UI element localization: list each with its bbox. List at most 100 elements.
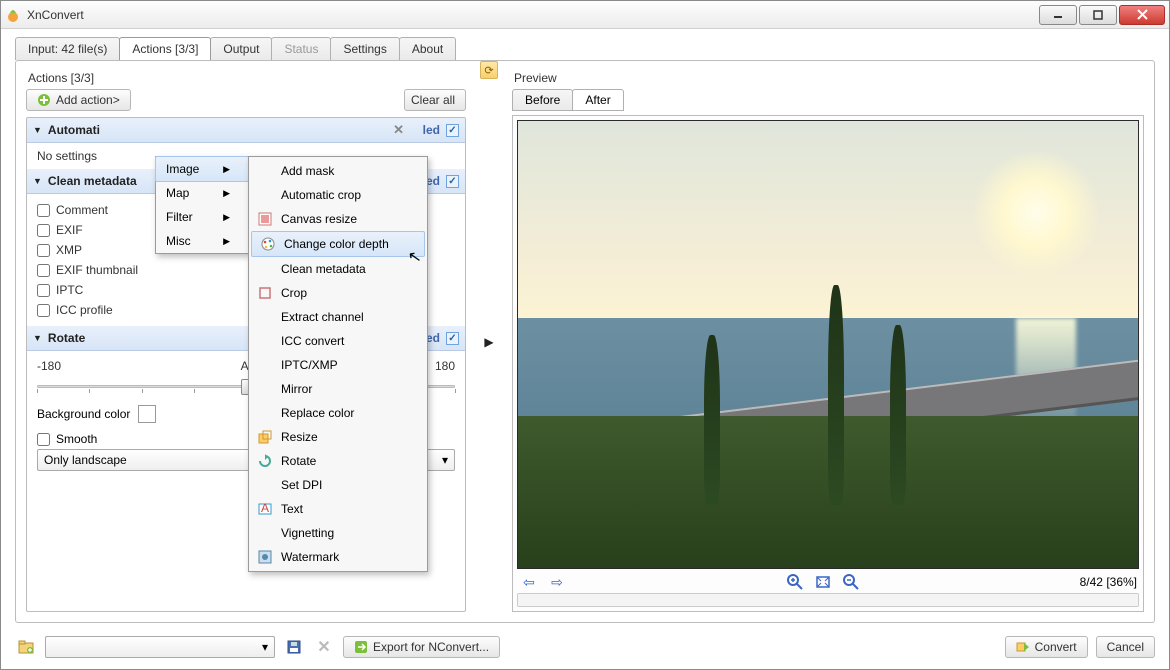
prev-image-button[interactable]: ⇦ bbox=[519, 573, 539, 591]
menu-category-map[interactable]: Map▶ bbox=[156, 181, 248, 205]
plus-icon bbox=[37, 93, 51, 107]
menu-item-watermark[interactable]: Watermark bbox=[249, 545, 427, 569]
enabled-checkbox[interactable]: ✓ bbox=[446, 124, 459, 137]
menu-category-filter[interactable]: Filter▶ bbox=[156, 205, 248, 229]
tab-after[interactable]: After bbox=[572, 89, 623, 111]
tab-status[interactable]: Status bbox=[271, 37, 331, 60]
tab-before[interactable]: Before bbox=[512, 89, 573, 111]
maximize-button[interactable] bbox=[1079, 5, 1117, 25]
preview-status: 8/42 [36%] bbox=[1080, 575, 1137, 589]
actions-toolbar: Add action> Clear all bbox=[26, 89, 466, 111]
add-action-image-submenu: Add mask Automatic crop Canvas resize Ch… bbox=[248, 156, 428, 572]
action-title-automatic: Automati bbox=[48, 123, 100, 137]
zoom-in-button[interactable] bbox=[785, 573, 805, 591]
save-preset-icon[interactable] bbox=[283, 636, 305, 658]
menu-item-clean-metadata[interactable]: Clean metadata bbox=[249, 257, 427, 281]
menu-item-add-mask[interactable]: Add mask bbox=[249, 159, 427, 183]
action-icon bbox=[257, 261, 273, 277]
checkbox[interactable] bbox=[37, 284, 50, 297]
chevron-right-icon: ▶ bbox=[223, 164, 230, 175]
chevron-down-icon: ▼ bbox=[33, 333, 42, 343]
actions-label: Actions [3/3] bbox=[26, 71, 466, 85]
checkbox[interactable] bbox=[37, 433, 50, 446]
enabled-checkbox[interactable]: ✓ bbox=[446, 175, 459, 188]
checkbox[interactable] bbox=[37, 304, 50, 317]
menu-item-extract-channel[interactable]: Extract channel bbox=[249, 305, 427, 329]
menu-item-mirror[interactable]: Mirror bbox=[249, 377, 427, 401]
convert-label: Convert bbox=[1035, 640, 1077, 654]
check-label: Comment bbox=[56, 203, 108, 217]
menu-item-change-color-depth[interactable]: Change color depth bbox=[251, 231, 425, 257]
checkbox[interactable] bbox=[37, 264, 50, 277]
check-label: XMP bbox=[56, 243, 82, 257]
check-label: EXIF thumbnail bbox=[56, 263, 138, 277]
menu-item-iptc-xmp[interactable]: IPTC/XMP bbox=[249, 353, 427, 377]
menu-item-text[interactable]: AText bbox=[249, 497, 427, 521]
fit-window-button[interactable] bbox=[813, 573, 833, 591]
menu-category-image[interactable]: Image▶ bbox=[155, 156, 249, 182]
enabled-suffix: led bbox=[410, 123, 440, 137]
remove-action-icon[interactable]: ✕ bbox=[393, 122, 404, 138]
action-title-clean-metadata: Clean metadata bbox=[48, 174, 137, 188]
open-preset-icon[interactable] bbox=[15, 636, 37, 658]
menu-item-replace-color[interactable]: Replace color bbox=[249, 401, 427, 425]
tab-about[interactable]: About bbox=[399, 37, 456, 60]
tab-output[interactable]: Output bbox=[210, 37, 272, 60]
action-icon bbox=[257, 525, 273, 541]
preview-scrollbar[interactable] bbox=[517, 593, 1139, 607]
cancel-label: Cancel bbox=[1107, 640, 1144, 654]
palette-icon bbox=[260, 236, 276, 252]
menu-item-icc-convert[interactable]: ICC convert bbox=[249, 329, 427, 353]
cancel-button[interactable]: Cancel bbox=[1096, 636, 1155, 658]
action-title-rotate: Rotate bbox=[48, 331, 85, 345]
preview-pane: Preview Before After ⇦ ⇨ 8/42 bbox=[512, 71, 1144, 612]
enabled-checkbox[interactable]: ✓ bbox=[446, 332, 459, 345]
app-icon bbox=[5, 7, 21, 23]
zoom-out-button[interactable] bbox=[841, 573, 861, 591]
menu-item-rotate[interactable]: Rotate bbox=[249, 449, 427, 473]
action-icon bbox=[257, 333, 273, 349]
close-button[interactable] bbox=[1119, 5, 1165, 25]
menu-category-misc[interactable]: Misc▶ bbox=[156, 229, 248, 253]
delete-preset-icon[interactable]: ✕ bbox=[313, 636, 335, 658]
menu-item-resize[interactable]: Resize bbox=[249, 425, 427, 449]
menu-item-crop[interactable]: Crop bbox=[249, 281, 427, 305]
convert-icon bbox=[1016, 640, 1030, 654]
chevron-right-icon: ▶ bbox=[223, 212, 230, 223]
action-header-automatic[interactable]: ▼ Automati x ✕ led ✓ bbox=[27, 118, 465, 143]
chevron-right-icon: ▶ bbox=[223, 188, 230, 199]
apply-arrow-icon: ▶ bbox=[480, 71, 498, 612]
chevron-down-icon: ▼ bbox=[33, 176, 42, 186]
tab-settings[interactable]: Settings bbox=[330, 37, 399, 60]
menu-item-set-dpi[interactable]: Set DPI bbox=[249, 473, 427, 497]
add-action-button[interactable]: Add action> bbox=[26, 89, 131, 111]
tab-input[interactable]: Input: 42 file(s) bbox=[15, 37, 120, 60]
preset-combo[interactable]: ▾ bbox=[45, 636, 275, 658]
clear-all-button[interactable]: Clear all bbox=[404, 89, 466, 111]
next-image-button[interactable]: ⇨ bbox=[547, 573, 567, 591]
bgcolor-swatch[interactable] bbox=[138, 405, 156, 423]
main-tabstrip: Input: 42 file(s) Actions [3/3] Output S… bbox=[1, 29, 1169, 60]
menu-item-vignetting[interactable]: Vignetting bbox=[249, 521, 427, 545]
menu-item-canvas-resize[interactable]: Canvas resize bbox=[249, 207, 427, 231]
menu-item-automatic-crop[interactable]: Automatic crop bbox=[249, 183, 427, 207]
checkbox[interactable] bbox=[37, 244, 50, 257]
checkbox[interactable] bbox=[37, 224, 50, 237]
action-icon bbox=[257, 187, 273, 203]
svg-text:A: A bbox=[261, 502, 269, 515]
preview-tabs: Before After bbox=[512, 89, 1144, 111]
check-label: IPTC bbox=[56, 283, 83, 297]
chevron-down-icon: ▾ bbox=[442, 453, 448, 467]
export-icon bbox=[354, 640, 368, 654]
rotate-max: 180 bbox=[435, 359, 455, 373]
tab-actions[interactable]: Actions [3/3] bbox=[119, 37, 211, 60]
bottom-bar: ▾ ✕ Export for NConvert... Convert Cance… bbox=[1, 633, 1169, 669]
check-label: Smooth bbox=[56, 432, 97, 446]
minimize-button[interactable] bbox=[1039, 5, 1077, 25]
convert-button[interactable]: Convert bbox=[1005, 636, 1088, 658]
window-buttons bbox=[1039, 5, 1165, 25]
preview-label: Preview bbox=[512, 71, 1144, 85]
export-nconvert-button[interactable]: Export for NConvert... bbox=[343, 636, 500, 658]
checkbox[interactable] bbox=[37, 204, 50, 217]
refresh-preview-icon[interactable]: ⟳ bbox=[480, 61, 498, 79]
